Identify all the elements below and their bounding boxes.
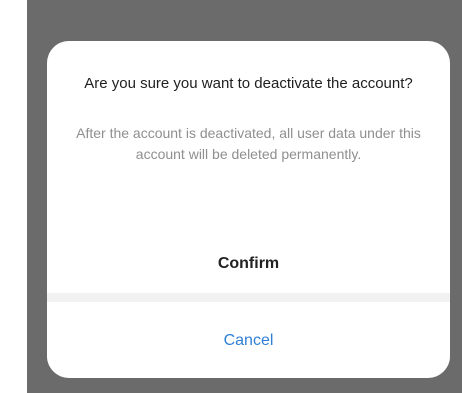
cancel-button[interactable]: Cancel (47, 316, 450, 366)
screen: Are you sure you want to deactivate the … (0, 0, 462, 393)
confirm-button[interactable]: Confirm (47, 239, 450, 289)
deactivate-account-dialog: Are you sure you want to deactivate the … (47, 41, 450, 378)
dialog-title: Are you sure you want to deactivate the … (84, 75, 413, 92)
dialog-message: After the account is deactivated, all us… (76, 125, 421, 162)
dialog-divider (47, 293, 450, 302)
